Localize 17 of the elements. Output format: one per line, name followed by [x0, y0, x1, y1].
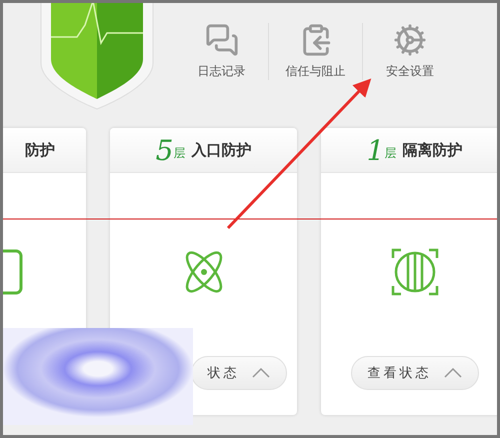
view-status-button[interactable]: 查看状态 [350, 356, 478, 390]
layer-count: 5 [156, 134, 174, 166]
view-status-button[interactable]: 状态 [190, 356, 286, 390]
toolbar-button[interactable]: 安全设置 [363, 23, 457, 80]
card-title: 入口防护 [191, 140, 252, 160]
chevron-up-icon [444, 368, 462, 378]
card-title: 防护 [25, 140, 55, 160]
toolbar-button[interactable]: 信任与阻止 [269, 23, 363, 80]
settings-icon [393, 23, 427, 57]
layer-unit: 层 [384, 145, 396, 162]
toolbar-button[interactable]: 日志记录 [175, 23, 269, 80]
card-title: 隔离防护 [402, 140, 462, 160]
chat-icon [204, 23, 238, 57]
chevron-up-icon [252, 368, 270, 378]
layer-unit: 层 [173, 145, 186, 162]
barred-circle-icon [390, 246, 440, 298]
layer-count: 1 [366, 134, 384, 166]
